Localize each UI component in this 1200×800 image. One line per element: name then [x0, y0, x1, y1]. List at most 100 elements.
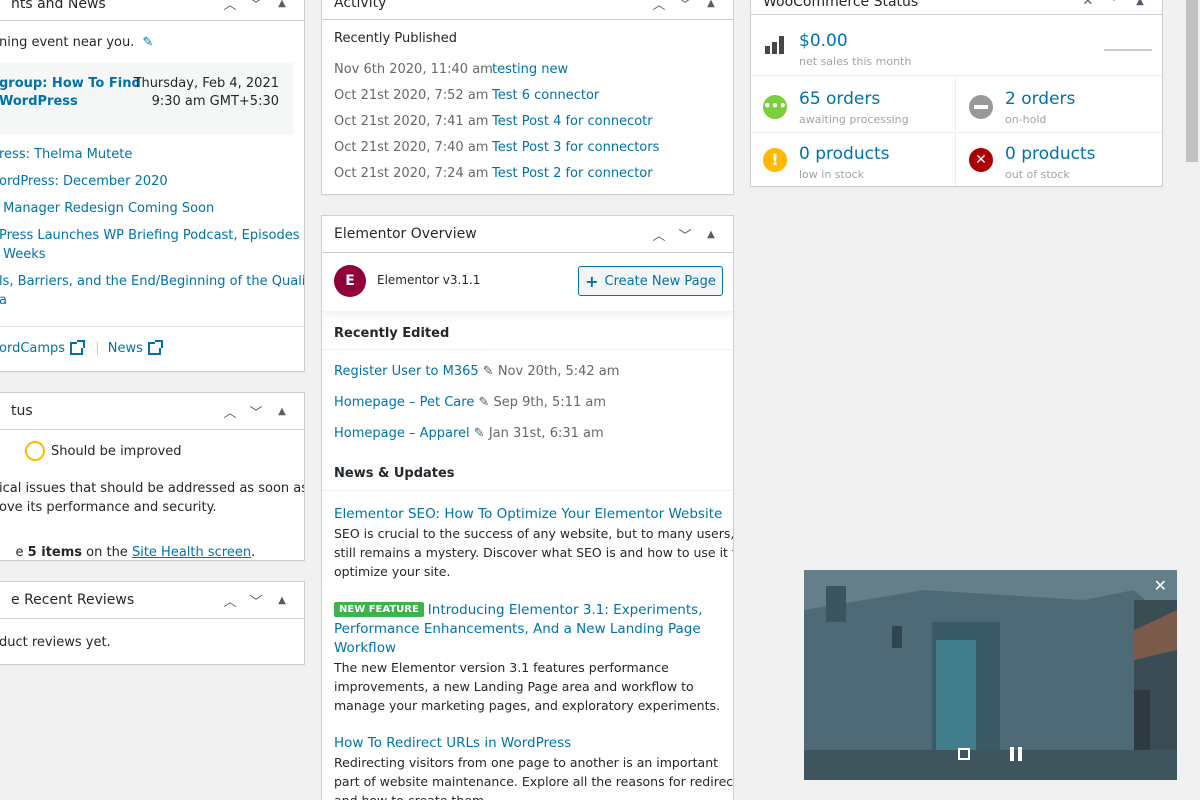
list-item: Oct 21st 2020, 7:52 am Test 6 connector	[334, 88, 600, 103]
site-health-header: tus ︿ ﹀ ▲	[0, 393, 304, 430]
events-news-list: ress: Thelma Mutete ordPress: December 2…	[0, 145, 304, 310]
create-new-page-button[interactable]: + Create New Page	[578, 266, 723, 296]
list-item: How To Redirect URLs in WordPress Redire…	[334, 734, 734, 800]
elementor-version: Elementor v3.1.1	[377, 273, 481, 287]
sparkline	[1104, 49, 1152, 51]
site-health-status-text: Should be improved	[51, 443, 182, 459]
news-title-link[interactable]: Introducing Elementor 3.1: Experiments,	[428, 602, 703, 618]
move-down-icon[interactable]: ﹀	[246, 402, 266, 421]
site-health-handles: ︿ ﹀ ▲	[220, 402, 292, 421]
recently-edited-list: Register User to M365 ✎ Nov 20th, 5:42 a…	[334, 364, 619, 457]
woocommerce-title: WooCommerce Status	[763, 0, 919, 10]
status-cell-onhold[interactable]: 2 orders on-hold	[957, 77, 1162, 133]
reviews-empty: duct reviews yet.	[0, 635, 111, 650]
status-cell-outofstock[interactable]: ✕ 0 products out of stock	[957, 134, 1162, 186]
footer-separator: |	[95, 341, 100, 356]
minus-icon	[969, 95, 993, 119]
news-link[interactable]: Weeks	[0, 245, 304, 272]
move-down-icon[interactable]: ﹀	[246, 591, 266, 610]
move-down-icon[interactable]: ﹀	[1104, 0, 1124, 11]
toggle-panel-icon[interactable]: ▲	[701, 229, 721, 240]
elementor-header: Elementor Overview ︿ ﹀ ▲	[322, 216, 733, 253]
news-link[interactable]: a	[0, 291, 304, 310]
list-item: Register User to M365 ✎ Nov 20th, 5:42 a…	[334, 364, 620, 379]
sales-label: net sales this month	[799, 55, 912, 68]
news-title-link-2[interactable]: Performance Enhancements, And a New Land…	[334, 620, 724, 639]
status-cell-lowstock[interactable]: ! 0 products low in stock	[751, 134, 956, 186]
sales-value: $0.00	[799, 31, 848, 51]
pause-icon[interactable]	[1010, 747, 1022, 761]
activity-list: Nov 6th 2020, 11:40 am testing new Oct 21…	[334, 62, 659, 192]
meetup-date: Thursday, Feb 4, 2021	[133, 76, 279, 91]
elementor-logo-icon: E	[334, 265, 366, 297]
list-item: Nov 6th 2020, 11:40 am testing new	[334, 62, 569, 77]
pip-video-player[interactable]: ✕	[804, 570, 1177, 780]
site-health-description: ical issues that should be addressed as …	[0, 481, 305, 515]
woocommerce-handles: ✕ ﹀ ▲	[1078, 0, 1150, 11]
popout-icon[interactable]	[958, 748, 970, 760]
toggle-panel-icon[interactable]: ▲	[272, 406, 292, 417]
site-health-link[interactable]: Site Health screen	[132, 545, 251, 560]
site-health-items: e 5 items on the Site Health screen.	[15, 545, 256, 560]
list-item: Homepage – Pet Care ✎ Sep 9th, 5:11 am	[334, 395, 606, 410]
elementor-version-row: E Elementor v3.1.1 + Create New Page	[322, 253, 733, 311]
woocommerce-status-widget: WooCommerce Status ✕ ﹀ ▲ $0.00 net sales…	[750, 0, 1163, 187]
page-scrollbar[interactable]	[1183, 0, 1200, 800]
move-up-icon[interactable]: ︿	[220, 402, 240, 421]
news-link[interactable]: ordPress: December 2020	[0, 172, 304, 199]
news-updates-heading: News & Updates	[334, 466, 455, 481]
events-intro: ning event near you. ✎	[0, 35, 154, 50]
status-cell-processing[interactable]: ••• 65 orders awaiting processing	[751, 77, 956, 133]
scrollbar-thumb[interactable]	[1186, 0, 1198, 162]
news-title-link[interactable]: How To Redirect URLs in WordPress	[334, 734, 724, 753]
news-footer-link[interactable]: News	[108, 341, 143, 356]
reviews-header: e Recent Reviews ︿ ﹀ ▲	[0, 582, 304, 619]
close-icon[interactable]: ✕	[1154, 576, 1167, 595]
warning-icon: !	[763, 148, 787, 172]
move-down-icon[interactable]: ﹀	[246, 0, 266, 13]
activity-widget: Activity ︿ ﹀ ▲ Recently Published Nov 6t…	[321, 0, 734, 195]
site-health-title: tus	[11, 403, 33, 419]
toggle-panel-icon[interactable]: ▲	[1130, 0, 1150, 7]
close-icon[interactable]: ✕	[1078, 0, 1098, 9]
news-link[interactable]: ls, Barriers, and the End/Beginning of t…	[0, 272, 304, 291]
video-frame-image	[804, 570, 1177, 780]
pencil-icon: ✎	[482, 364, 494, 379]
events-news-header: nts and News ︿ ﹀ ▲	[0, 0, 304, 21]
recently-published-heading: Recently Published	[334, 31, 457, 46]
news-link[interactable]: Press Launches WP Briefing Podcast, Epis…	[0, 226, 304, 245]
news-title-link-3[interactable]: Workflow	[334, 639, 724, 658]
meetup-title-2[interactable]: WordPress	[0, 93, 141, 111]
meetup-title[interactable]: group: How To Find	[0, 75, 141, 93]
move-down-icon[interactable]: ﹀	[675, 0, 695, 13]
events-news-widget: nts and News ︿ ﹀ ▲ ning event near you. …	[0, 0, 305, 372]
sales-row[interactable]: $0.00 net sales this month	[751, 22, 1162, 76]
move-down-icon[interactable]: ﹀	[675, 225, 695, 244]
pencil-icon[interactable]: ✎	[142, 35, 153, 50]
move-up-icon[interactable]: ︿	[220, 0, 240, 13]
reviews-title: e Recent Reviews	[11, 592, 135, 608]
toggle-panel-icon[interactable]: ▲	[272, 0, 292, 9]
list-item: Elementor SEO: How To Optimize Your Elem…	[334, 505, 734, 579]
news-title-link[interactable]: Elementor SEO: How To Optimize Your Elem…	[334, 505, 724, 524]
news-link[interactable]: ress: Thelma Mutete	[0, 145, 304, 172]
external-link-icon	[147, 340, 163, 355]
toggle-panel-icon[interactable]: ▲	[272, 595, 292, 606]
toggle-panel-icon[interactable]: ▲	[701, 0, 721, 9]
move-up-icon[interactable]: ︿	[649, 225, 669, 244]
elementor-title: Elementor Overview	[334, 226, 477, 242]
external-link-icon	[70, 340, 86, 355]
move-up-icon[interactable]: ︿	[649, 0, 669, 13]
site-health-widget: tus ︿ ﹀ ▲ Should be improved ical issues…	[0, 392, 305, 561]
meetup-time: 9:30 am GMT+5:30	[151, 94, 279, 109]
list-item: Oct 21st 2020, 7:24 am Test Post 2 for co…	[334, 166, 653, 181]
recent-reviews-widget: e Recent Reviews ︿ ﹀ ▲ duct reviews yet.	[0, 581, 305, 665]
move-up-icon[interactable]: ︿	[220, 591, 240, 610]
meetup-row: group: How To Find WordPress Thursday, F…	[0, 63, 293, 135]
woocommerce-header: WooCommerce Status ✕ ﹀ ▲	[751, 0, 1162, 15]
site-health-status: Should be improved	[25, 441, 182, 461]
list-item: NEW FEATURE Introducing Elementor 3.1: E…	[334, 600, 724, 715]
wordcamps-link[interactable]: ordCamps	[0, 341, 65, 356]
news-link[interactable]: Manager Redesign Coming Soon	[0, 199, 304, 226]
more-icon: •••	[763, 95, 787, 119]
